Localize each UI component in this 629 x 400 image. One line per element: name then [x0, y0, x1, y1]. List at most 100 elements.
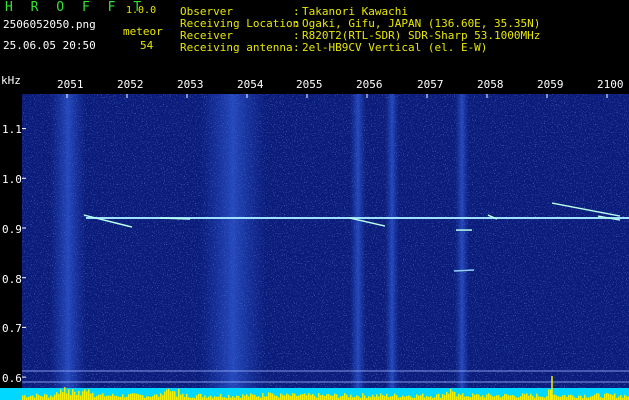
signal-bar	[382, 395, 384, 400]
signal-bar	[324, 396, 326, 400]
signal-bar	[156, 394, 158, 400]
signal-bar	[66, 393, 68, 400]
signal-bar	[596, 393, 598, 400]
signal-bar	[422, 393, 424, 400]
signal-bar	[358, 396, 360, 400]
signal-bar	[44, 394, 46, 400]
signal-bar	[494, 396, 496, 400]
signal-bar	[562, 395, 564, 400]
signal-bar	[482, 395, 484, 400]
signal-bar	[556, 395, 558, 400]
signal-bar	[342, 395, 344, 400]
signal-bar	[252, 394, 254, 400]
noise-band	[350, 94, 366, 388]
signal-bar	[108, 395, 110, 400]
signal-bar	[126, 396, 128, 400]
signal-bar	[232, 395, 234, 400]
signal-bar	[104, 396, 106, 400]
signal-bar	[620, 394, 622, 400]
freq-tick: 0.6	[2, 372, 22, 385]
signal-bar	[368, 396, 370, 400]
signal-bar	[70, 395, 72, 400]
freq-tick: 0.8	[2, 273, 22, 286]
signal-bar	[536, 393, 538, 400]
signal-bar	[220, 394, 222, 400]
signal-bar	[86, 391, 88, 400]
meteor-count-value: 54	[140, 39, 154, 52]
noise-band	[200, 94, 266, 388]
signal-bar	[492, 396, 494, 400]
signal-bar	[346, 394, 348, 400]
signal-bar	[166, 389, 168, 400]
signal-bar	[146, 396, 148, 400]
signal-bar	[466, 396, 468, 400]
signal-bar	[318, 393, 320, 400]
signal-bar	[282, 394, 284, 400]
signal-bar	[438, 393, 440, 400]
signal-bar	[498, 395, 500, 400]
signal-bar	[296, 395, 298, 400]
signal-bar	[314, 395, 316, 400]
signal-bar	[610, 394, 612, 400]
signal-bar	[384, 396, 386, 400]
signal-bar	[286, 393, 288, 400]
time-tick: 2056	[356, 78, 383, 91]
signal-bar	[258, 396, 260, 400]
signal-bar	[546, 396, 548, 400]
signal-bar	[22, 395, 24, 400]
signal-bar	[624, 394, 626, 400]
signal-bar	[336, 394, 338, 400]
signal-bar	[96, 395, 98, 400]
signal-bar	[378, 396, 380, 400]
signal-bar	[204, 395, 206, 400]
signal-bar	[32, 395, 34, 400]
signal-bar	[522, 393, 524, 400]
signal-bar	[264, 396, 266, 400]
signal-bar	[618, 396, 620, 400]
signal-bar	[254, 394, 256, 400]
signal-bar	[480, 396, 482, 400]
signal-bar	[160, 393, 162, 400]
signal-bar	[46, 394, 48, 400]
signal-bar	[444, 395, 446, 400]
signal-bar	[592, 395, 594, 400]
signal-bar	[78, 390, 80, 400]
signal-bar	[80, 395, 82, 400]
signal-bar	[490, 394, 492, 400]
signal-bar	[76, 394, 78, 400]
signal-bar	[256, 396, 258, 400]
signal-bar	[214, 396, 216, 400]
signal-bar	[386, 393, 388, 400]
signal-bar	[312, 393, 314, 400]
signal-bar	[64, 387, 66, 400]
signal-bar	[174, 391, 176, 400]
signal-bar	[340, 396, 342, 400]
signal-bar	[40, 395, 42, 400]
signal-bar	[356, 395, 358, 400]
signal-bar	[158, 396, 160, 400]
signal-bar	[262, 393, 264, 400]
noise-band	[455, 94, 469, 388]
signal-bar	[464, 396, 466, 400]
signal-bar	[276, 395, 278, 400]
signal-bar	[130, 393, 132, 400]
signal-bar	[98, 394, 100, 400]
signal-bar	[178, 388, 180, 400]
signal-bar	[152, 396, 154, 400]
signal-bar	[392, 395, 394, 400]
signal-bar	[454, 391, 456, 400]
signal-bar	[558, 396, 560, 400]
signal-bar	[246, 394, 248, 400]
signal-bar	[532, 395, 534, 400]
signal-bar	[614, 393, 616, 400]
freq-tick: 0.7	[2, 322, 22, 335]
noise-band	[50, 94, 86, 388]
signal-bar	[292, 393, 294, 400]
signal-bar	[322, 394, 324, 400]
signal-bar	[448, 393, 450, 400]
signal-bar	[284, 395, 286, 400]
signal-bar	[570, 394, 572, 400]
signal-bar	[302, 394, 304, 400]
signal-bar	[56, 392, 58, 400]
freq-tick: 0.9	[2, 223, 22, 236]
